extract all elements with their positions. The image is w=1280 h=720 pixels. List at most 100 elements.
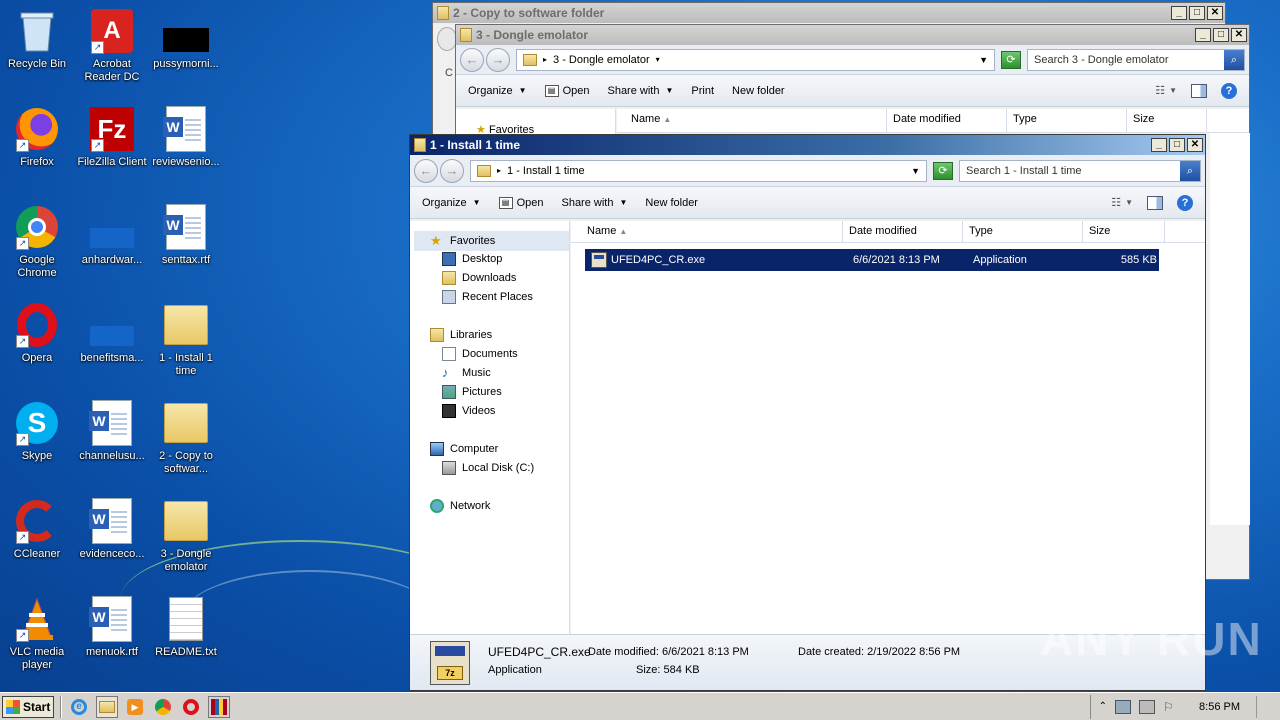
desktop-icon-folder[interactable]: 2 - Copy to softwar... <box>149 400 223 476</box>
minimize-button[interactable]: _ <box>1151 138 1167 152</box>
nav-videos[interactable]: Videos <box>442 404 495 418</box>
refresh-icon[interactable]: ⟳ <box>1001 50 1021 69</box>
desktop-icon-file[interactable]: pussymorni... <box>149 8 223 71</box>
share-with-button[interactable]: Share with ▼ <box>607 85 673 97</box>
nav-pictures[interactable]: Pictures <box>442 385 502 399</box>
action-center-flag-icon[interactable]: ⚐ <box>1163 700 1179 714</box>
desktop-icon-doc[interactable]: W reviewsenio... <box>149 106 223 169</box>
preview-pane-icon[interactable] <box>1147 195 1163 210</box>
desktop-icon-filezilla[interactable]: Fz ↗ FileZilla Client <box>75 106 149 169</box>
nav-libraries[interactable]: Libraries <box>430 328 492 342</box>
media-player-icon[interactable]: ▶ <box>124 696 146 718</box>
file-row[interactable]: UFED4PC_CR.exe 6/6/2021 8:13 PM Applicat… <box>585 249 1159 271</box>
close-button[interactable]: ✕ <box>1207 6 1223 20</box>
search-icon[interactable]: ⌕ <box>1180 160 1200 181</box>
filezilla-icon: Fz ↗ <box>89 106 135 152</box>
col-type[interactable]: Type <box>1007 109 1127 132</box>
close-button[interactable]: ✕ <box>1231 28 1247 42</box>
desktop-icon-file[interactable]: anhardwar... <box>75 204 149 267</box>
nav-music[interactable]: ♪ Music <box>442 366 491 380</box>
desktop-icon-label: senttax.rtf <box>161 254 211 266</box>
search-input[interactable]: Search 1 - Install 1 time ⌕ <box>959 159 1201 182</box>
chrome-taskbar-icon[interactable] <box>152 696 174 718</box>
col-size[interactable]: Size <box>1083 221 1165 242</box>
network-tray-icon[interactable] <box>1115 699 1132 714</box>
help-icon[interactable]: ? <box>1177 194 1193 211</box>
search-input[interactable]: Search 3 - Dongle emolator ⌕ <box>1027 48 1245 71</box>
new-folder-button[interactable]: New folder <box>732 85 785 97</box>
desktop-icon-vlc[interactable]: ↗ VLC media player <box>0 596 74 672</box>
col-name[interactable]: Name ▲ <box>617 109 887 132</box>
minimize-button[interactable]: _ <box>1195 28 1211 42</box>
desktop-icon-txt[interactable]: README.txt <box>149 596 223 659</box>
nav-documents[interactable]: Documents <box>442 347 518 361</box>
minimize-button[interactable]: _ <box>1171 6 1187 20</box>
search-icon[interactable]: ⌕ <box>1224 49 1244 70</box>
show-desktop-button[interactable] <box>1256 695 1268 718</box>
col-date[interactable]: Date modified <box>887 109 1007 132</box>
desktop-icon-folder[interactable]: 3 - Dongle emolator <box>149 498 223 574</box>
nav-desktop[interactable]: Desktop <box>442 252 502 266</box>
desktop-icon-doc[interactable]: W senttax.rtf <box>149 204 223 267</box>
desktop-icon-skype[interactable]: S ↗ Skype <box>0 400 74 463</box>
nav-local-disk[interactable]: Local Disk (C:) <box>442 461 534 475</box>
back-arrow-icon[interactable]: ← <box>460 47 484 72</box>
dropdown-icon[interactable]: ▼ <box>979 55 988 65</box>
change-view-button[interactable]: ☷ ▼ <box>1155 84 1177 97</box>
col-date[interactable]: Date modified <box>843 221 963 242</box>
share-with-button[interactable]: Share with ▼ <box>561 197 627 209</box>
help-icon[interactable]: ? <box>1221 82 1237 99</box>
explorer-taskbar-icon[interactable] <box>96 695 118 718</box>
clock[interactable]: 8:56 PM <box>1199 701 1240 713</box>
print-button[interactable]: Print <box>691 85 714 97</box>
dropdown-icon[interactable]: ▼ <box>911 166 920 176</box>
preview-pane-icon[interactable] <box>1191 83 1207 98</box>
open-button[interactable]: ▤ Open <box>498 196 543 209</box>
desktop-icon-doc[interactable]: W channelusu... <box>75 400 149 463</box>
start-button[interactable]: Start <box>2 695 54 718</box>
desktop-icon-doc[interactable]: W evidenceco... <box>75 498 149 561</box>
desktop-icon-recycle-bin[interactable]: Recycle Bin <box>0 8 74 71</box>
desktop-icon-chrome[interactable]: ↗ Google Chrome <box>0 204 74 280</box>
open-button[interactable]: ▤ Open <box>544 84 589 97</box>
nav-downloads[interactable]: Downloads <box>442 271 516 285</box>
back-button[interactable] <box>437 27 457 51</box>
window-titlebar[interactable]: 2 - Copy to software folder _ □ ✕ <box>433 3 1225 23</box>
desktop-icon-folder[interactable]: 1 - Install 1 time <box>149 302 223 378</box>
ie-icon[interactable]: e <box>68 696 90 718</box>
new-folder-button[interactable]: New folder <box>645 197 698 209</box>
change-view-button[interactable]: ☷ ▼ <box>1111 196 1133 209</box>
nav-network[interactable]: Network <box>430 499 490 513</box>
organize-button[interactable]: Organize ▼ <box>468 85 527 97</box>
opera-taskbar-icon[interactable] <box>180 696 202 718</box>
close-button[interactable]: ✕ <box>1187 138 1203 152</box>
organize-button[interactable]: Organize ▼ <box>422 197 481 209</box>
desktop-icon-doc[interactable]: W menuok.rtf <box>75 596 149 659</box>
maximize-button[interactable]: □ <box>1189 6 1205 20</box>
back-arrow-icon[interactable]: ← <box>414 158 438 183</box>
window-titlebar[interactable]: 1 - Install 1 time _ □ ✕ <box>410 135 1205 155</box>
nav-recent-places[interactable]: Recent Places <box>442 290 533 304</box>
nav-favorites[interactable]: ★ Favorites <box>414 231 569 251</box>
maximize-button[interactable]: □ <box>1169 138 1185 152</box>
col-size[interactable]: Size <box>1127 109 1207 132</box>
volume-tray-icon[interactable] <box>1139 699 1156 714</box>
col-name[interactable]: Name ▲ <box>571 221 843 242</box>
maximize-button[interactable]: □ <box>1213 28 1229 42</box>
col-type[interactable]: Type <box>963 221 1083 242</box>
desktop-icon-file[interactable]: benefitsma... <box>75 302 149 365</box>
nav-computer[interactable]: Computer <box>430 442 498 456</box>
refresh-icon[interactable]: ⟳ <box>933 161 953 180</box>
forward-arrow-icon[interactable]: → <box>486 47 510 72</box>
desktop-icon-opera[interactable]: ↗ Opera <box>0 302 74 365</box>
address-input[interactable]: ▸ 1 - Install 1 time ▼ <box>470 159 927 182</box>
desktop-icon-ccleaner[interactable]: ↗ CCleaner <box>0 498 74 561</box>
explorer-window-install-1-time[interactable]: 1 - Install 1 time _ □ ✕ ← → ▸ 1 - Insta… <box>409 134 1206 691</box>
window-titlebar[interactable]: 3 - Dongle emolator _ □ ✕ <box>456 25 1249 45</box>
desktop-icon-firefox[interactable]: ↗ Firefox <box>0 106 74 169</box>
address-input[interactable]: ▸ 3 - Dongle emolator ▾ ▼ <box>516 48 995 71</box>
show-hidden-icons-icon[interactable]: ⌃ <box>1099 701 1107 712</box>
winrar-taskbar-icon[interactable] <box>208 695 230 718</box>
forward-arrow-icon[interactable]: → <box>440 158 464 183</box>
desktop-icon-acrobat[interactable]: A ↗ Acrobat Reader DC <box>75 8 149 84</box>
